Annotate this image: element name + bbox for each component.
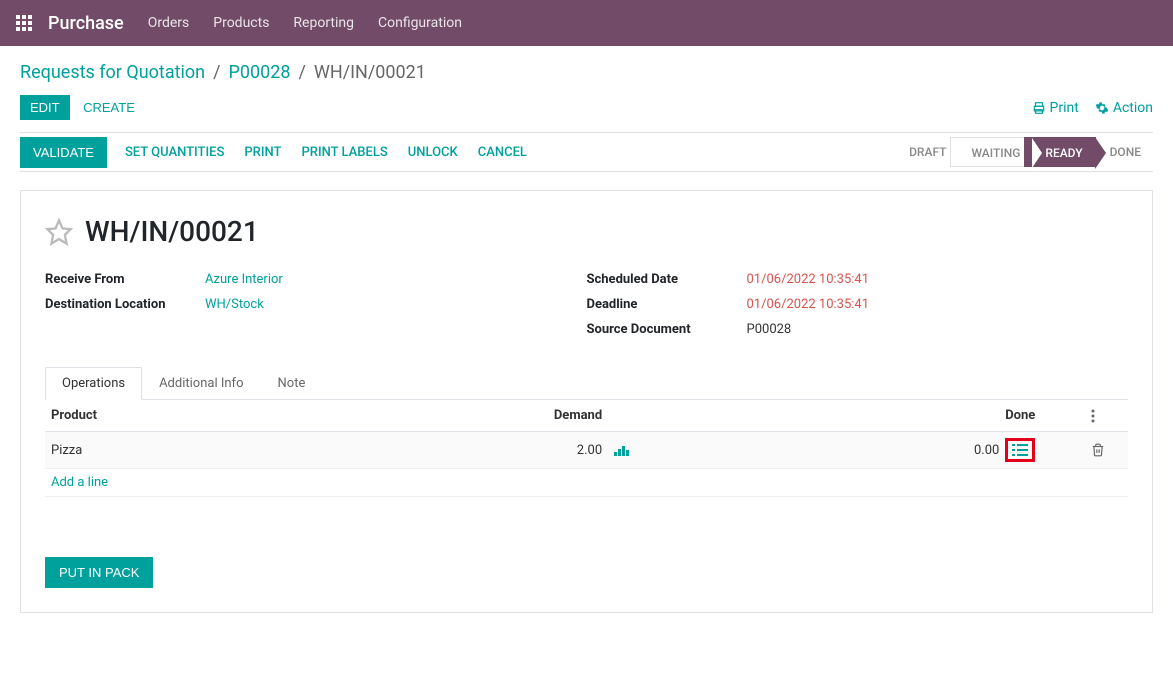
table-row[interactable]: Pizza 2.00 0.00 (45, 432, 1128, 469)
detailed-operations-icon[interactable] (1005, 438, 1035, 462)
status-stages: DRAFT WAITING READY DONE (905, 133, 1153, 171)
breadcrumb-separator: / (213, 62, 220, 83)
scheduled-date-value: 01/06/2022 10:35:41 (747, 272, 870, 287)
apps-icon[interactable] (16, 15, 32, 31)
col-done: Done (651, 400, 1041, 432)
cell-product: Pizza (45, 432, 500, 469)
put-in-pack-button[interactable]: PUT IN PACK (45, 557, 153, 588)
deadline-value: 01/06/2022 10:35:41 (747, 297, 870, 312)
operations-table: Product Demand Done Pizza 2.00 (45, 400, 1128, 497)
destination-value[interactable]: WH/Stock (205, 297, 264, 312)
receive-from-value[interactable]: Azure Interior (205, 272, 283, 287)
nav-products[interactable]: Products (213, 15, 269, 31)
tab-operations[interactable]: Operations (45, 367, 142, 400)
scheduled-date-label: Scheduled Date (587, 272, 747, 287)
edit-button[interactable]: EDIT (20, 95, 70, 120)
cancel-button[interactable]: CANCEL (478, 145, 527, 160)
cell-demand: 2.00 (500, 432, 608, 469)
nav-orders[interactable]: Orders (148, 15, 190, 31)
action-row: EDIT CREATE Print Action (20, 95, 1153, 120)
add-line-button[interactable]: Add a line (45, 469, 1128, 497)
unlock-button[interactable]: UNLOCK (408, 145, 458, 160)
destination-label: Destination Location (45, 297, 205, 312)
receive-from-label: Receive From (45, 272, 205, 287)
forecast-icon[interactable] (614, 444, 645, 456)
action-label: Action (1113, 100, 1153, 116)
top-navbar: Purchase Orders Products Reporting Confi… (0, 0, 1173, 46)
delete-row-icon[interactable] (1091, 443, 1122, 457)
nav-reporting[interactable]: Reporting (293, 15, 354, 31)
stage-draft[interactable]: DRAFT (897, 137, 958, 167)
source-document-value: P00028 (747, 322, 792, 337)
set-quantities-button[interactable]: SET QUANTITIES (125, 145, 224, 160)
column-options-icon[interactable] (1091, 409, 1122, 423)
breadcrumb-root[interactable]: Requests for Quotation (20, 62, 205, 83)
breadcrumb-parent[interactable]: P00028 (229, 62, 291, 83)
print-label: Print (1050, 100, 1079, 116)
tabs: Operations Additional Info Note (45, 367, 1128, 400)
action-dropdown[interactable]: Action (1095, 100, 1153, 116)
deadline-label: Deadline (587, 297, 747, 312)
breadcrumb: Requests for Quotation / P00028 / WH/IN/… (20, 62, 1153, 83)
form-sheet: WH/IN/00021 Receive From Azure Interior … (20, 190, 1153, 613)
col-product: Product (45, 400, 500, 432)
print-labels-button[interactable]: PRINT LABELS (301, 145, 387, 160)
status-bar: VALIDATE SET QUANTITIES PRINT PRINT LABE… (20, 132, 1153, 172)
print-button[interactable]: PRINT (244, 145, 281, 160)
validate-button[interactable]: VALIDATE (20, 137, 107, 168)
favorite-star-icon[interactable] (45, 218, 73, 246)
breadcrumb-separator: / (298, 62, 305, 83)
col-demand: Demand (500, 400, 608, 432)
nav-configuration[interactable]: Configuration (378, 15, 462, 31)
print-action[interactable]: Print (1032, 100, 1079, 116)
cell-done: 0.00 (974, 443, 999, 458)
tab-note[interactable]: Note (261, 367, 323, 400)
tab-additional-info[interactable]: Additional Info (142, 367, 260, 400)
gear-icon (1095, 101, 1109, 115)
print-icon (1032, 101, 1046, 115)
app-brand[interactable]: Purchase (48, 13, 124, 34)
create-button[interactable]: CREATE (73, 95, 145, 120)
breadcrumb-current: WH/IN/00021 (314, 62, 426, 83)
page-title: WH/IN/00021 (85, 215, 259, 248)
source-document-label: Source Document (587, 322, 747, 337)
